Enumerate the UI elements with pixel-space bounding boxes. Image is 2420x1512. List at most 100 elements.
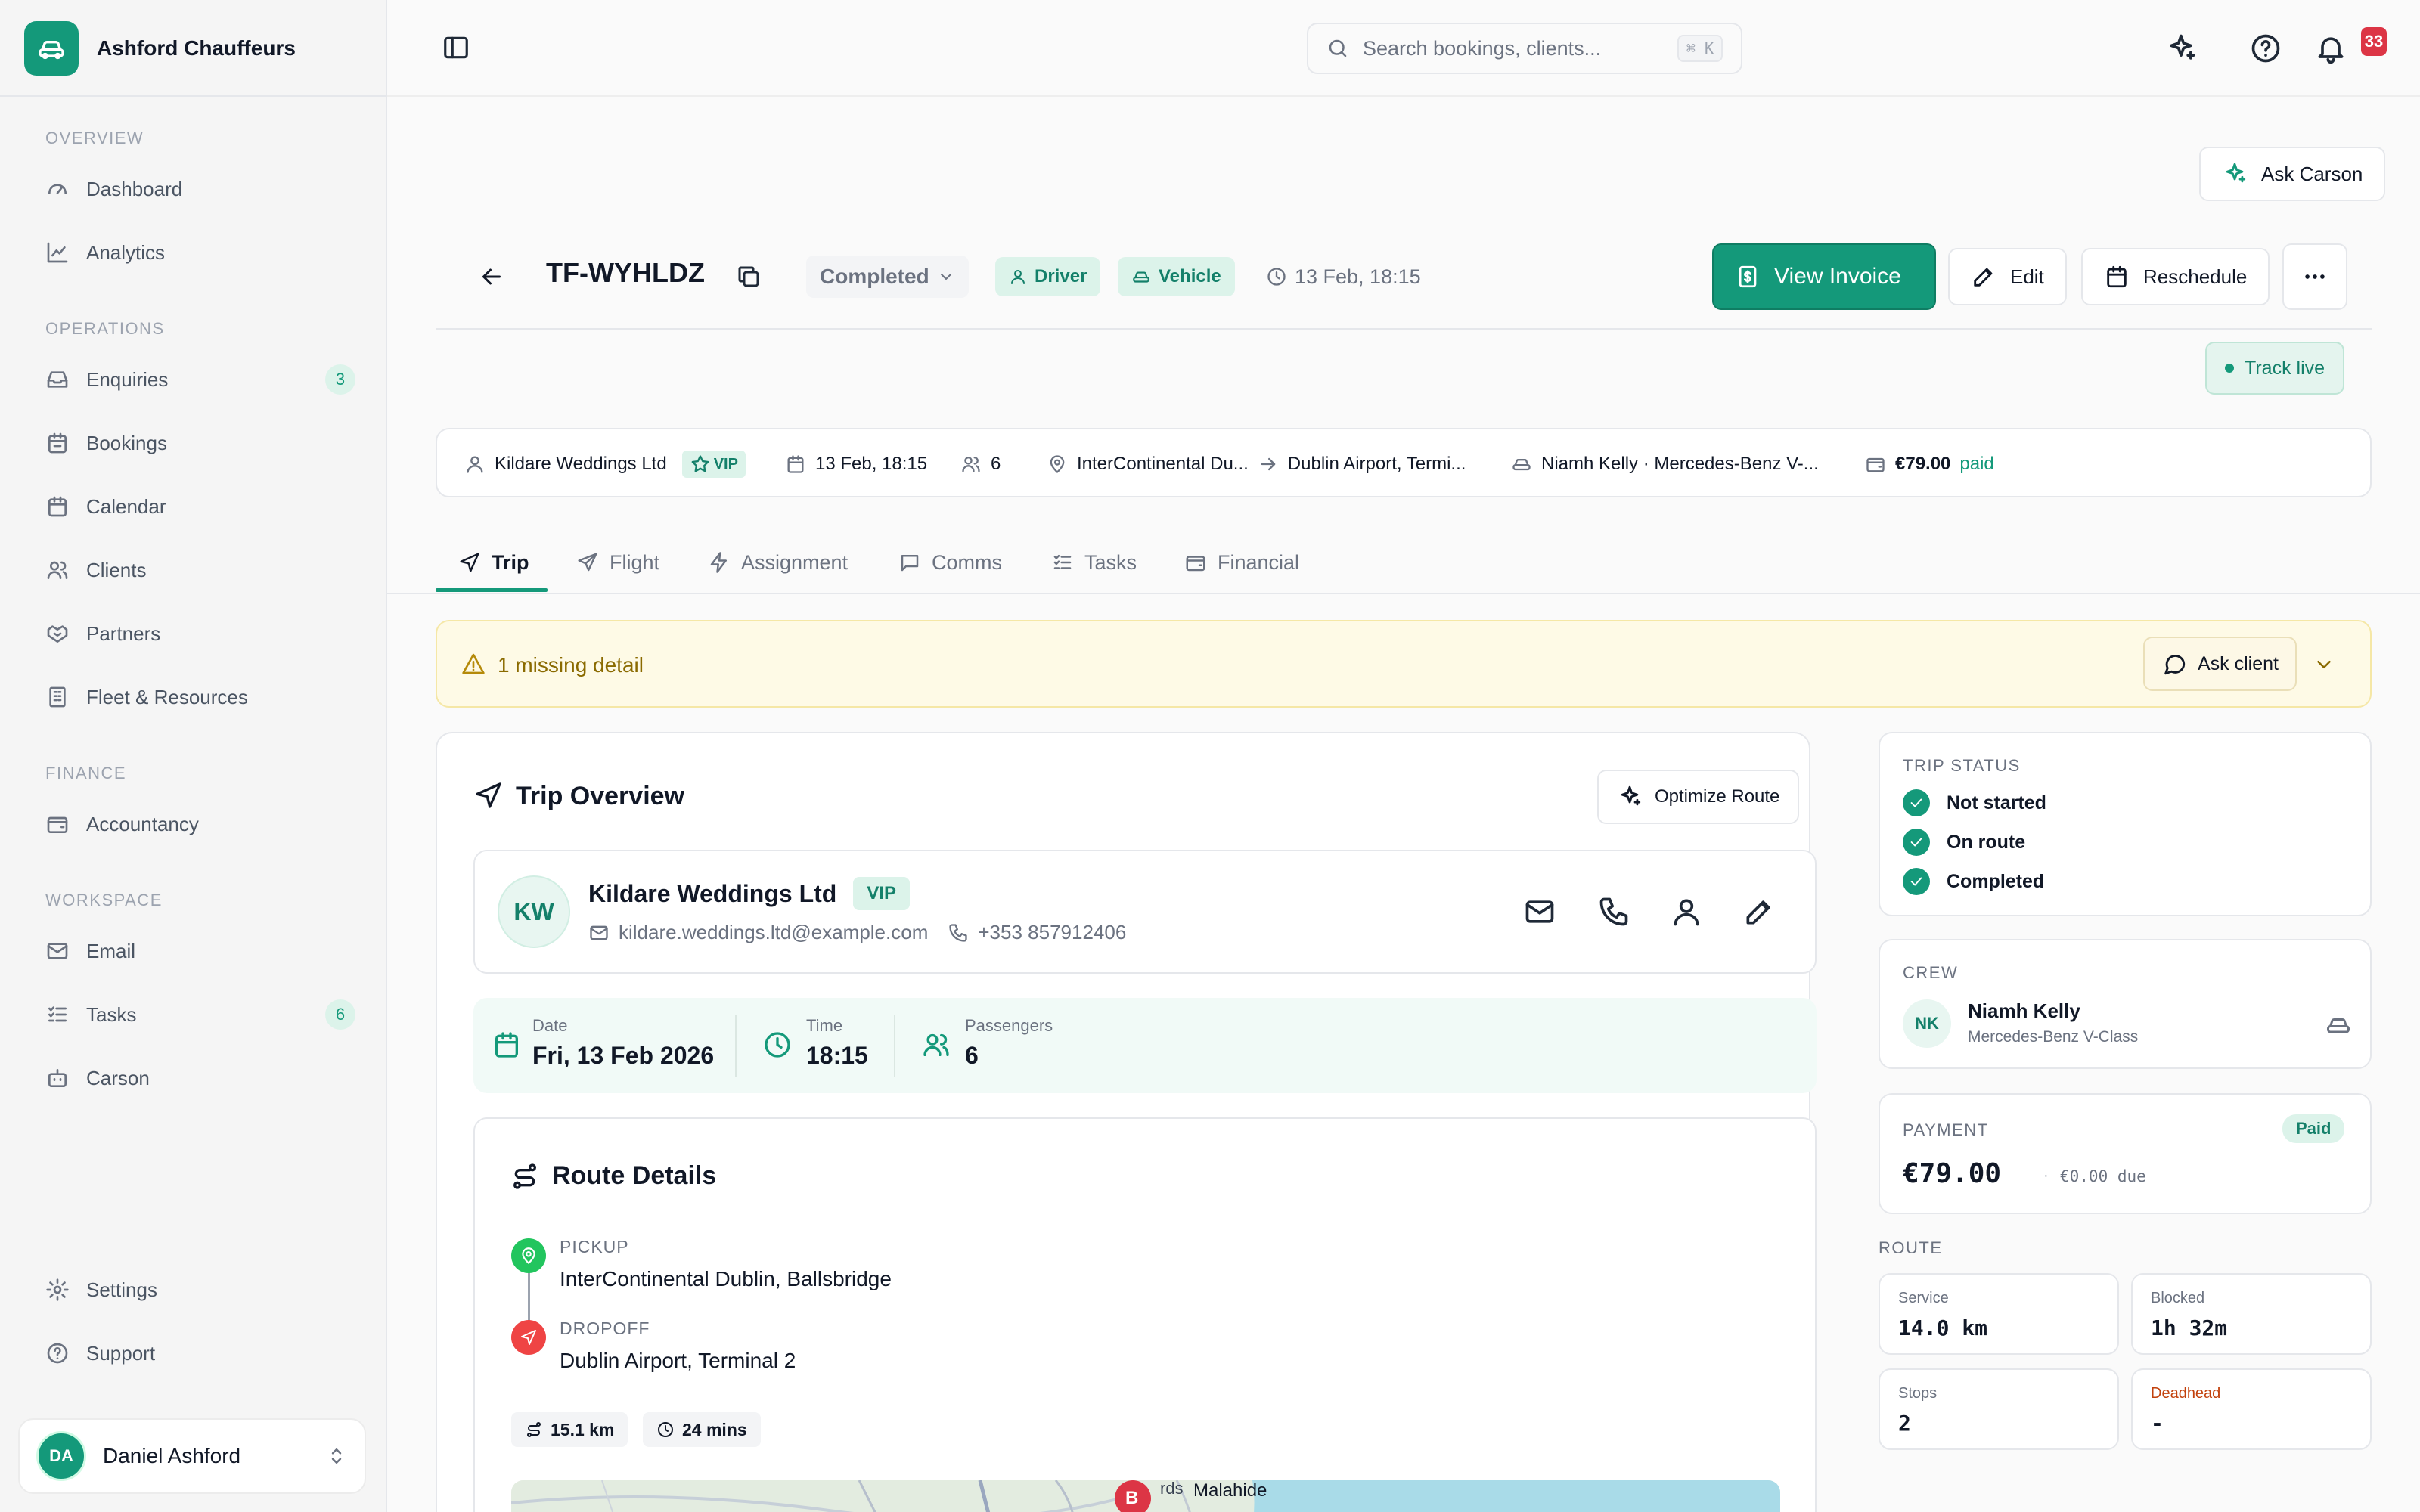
arrow-left-icon[interactable]	[478, 263, 505, 290]
stat-blocked: Blocked 1h 32m	[2131, 1273, 2372, 1355]
route-details-title: Route Details	[552, 1161, 717, 1190]
more-actions-button[interactable]	[2282, 243, 2347, 310]
pickup-address[interactable]: InterContinental Dublin, Ballsbridge	[560, 1267, 892, 1291]
summary-payment[interactable]: €79.00 paid	[1865, 429, 1994, 499]
client-phone[interactable]: +353 857912406	[978, 921, 1126, 944]
client-email[interactable]: kildare.weddings.ltd@example.com	[619, 921, 928, 944]
sidebar-item-enquiries[interactable]: Enquiries 3	[45, 358, 355, 401]
star-icon	[691, 455, 709, 472]
driver-tag[interactable]: Driver	[995, 257, 1101, 296]
tab-comms[interactable]: Comms	[898, 531, 1002, 594]
sparkles-icon[interactable]	[2164, 32, 2198, 65]
summary-client[interactable]: Kildare Weddings Ltd VIP	[464, 429, 746, 499]
user-icon[interactable]	[1670, 895, 1703, 928]
search-input[interactable]: Search bookings, clients...	[1363, 37, 1601, 60]
sidebar-item-clients[interactable]: Clients	[45, 549, 355, 591]
date-value: Fri, 13 Feb 2026	[532, 1042, 715, 1069]
summary-vip-badge: VIP	[681, 451, 746, 478]
trip-status-title: TRIP STATUS	[1903, 756, 2021, 775]
summary-driver-vehicle: Niamh Kelly · Mercedes-Benz V-...	[1541, 454, 1819, 474]
summary-pickup: InterContinental Du...	[1077, 454, 1249, 474]
wallet-icon	[1866, 457, 1885, 472]
sidebar-item-fleet[interactable]: Fleet & Resources	[45, 676, 355, 718]
search-shortcut: ⌘ K	[1677, 35, 1723, 62]
sidebar-item-carson[interactable]: Carson	[45, 1057, 355, 1099]
chevron-down-icon	[940, 274, 951, 280]
users-icon	[47, 561, 68, 579]
tab-label: Flight	[610, 550, 660, 574]
section-operations: OPERATIONS	[45, 319, 165, 338]
clock-icon	[1267, 268, 1286, 286]
sidebar-item-analytics[interactable]: Analytics	[45, 231, 355, 274]
help-icon[interactable]	[2249, 32, 2282, 65]
reschedule-button[interactable]: Reschedule	[2081, 248, 2270, 305]
notification-badge: 33	[2361, 27, 2387, 56]
summary-crew[interactable]: Niamh Kelly · Mercedes-Benz V-...	[1511, 429, 1819, 499]
sidebar-item-support[interactable]: Support	[45, 1332, 355, 1374]
vehicle-tag[interactable]: Vehicle	[1118, 257, 1235, 296]
status-step: On route	[1903, 829, 2025, 856]
tab-financial[interactable]: Financial	[1184, 531, 1299, 594]
car-icon	[24, 21, 79, 76]
handshake-icon	[47, 625, 68, 643]
status-dropdown[interactable]: Completed	[806, 256, 969, 298]
tab-trip[interactable]: Trip	[458, 531, 529, 594]
alert-triangle-icon	[462, 653, 485, 674]
missing-detail-banner[interactable]: 1 missing detail Ask client	[436, 620, 2372, 708]
summary-route[interactable]: InterContinental Du... Dublin Airport, T…	[1047, 429, 1466, 499]
track-live-button[interactable]: Track live	[2205, 342, 2345, 395]
crew-driver-name[interactable]: Niamh Kelly	[1968, 999, 2080, 1023]
copy-icon[interactable]	[735, 263, 762, 290]
sidebar-item-email[interactable]: Email	[45, 930, 355, 972]
map-partial-label: rds	[1160, 1480, 1184, 1498]
brand[interactable]: Ashford Chauffeurs	[24, 21, 296, 76]
booking-datetime-value: 13 Feb, 18:15	[1295, 265, 1421, 288]
chevron-down-icon[interactable]	[2313, 653, 2335, 676]
route-map[interactable]: B rds Malahide	[511, 1480, 1780, 1512]
sidebar-item-settings[interactable]: Settings	[45, 1269, 355, 1311]
status-step-label: On route	[1947, 831, 2026, 853]
sidebar-toggle-icon[interactable]	[442, 33, 470, 62]
optimize-route-button[interactable]: Optimize Route	[1597, 770, 1800, 824]
crew-title: CREW	[1903, 963, 1959, 982]
stat-value: 1h 32m	[2151, 1315, 2228, 1340]
tab-tasks[interactable]: Tasks	[1051, 531, 1137, 594]
sidebar-item-dashboard[interactable]: Dashboard	[45, 168, 355, 210]
users-icon	[923, 1033, 949, 1056]
bell-icon[interactable]	[2314, 32, 2347, 65]
user-name: Daniel Ashford	[103, 1444, 241, 1467]
tab-flight[interactable]: Flight	[576, 531, 659, 594]
tab-assignment[interactable]: Assignment	[708, 531, 848, 594]
search-box[interactable]: Search bookings, clients... ⌘ K	[1307, 23, 1742, 74]
car-icon	[2327, 1018, 2350, 1033]
time-label: Time	[806, 1016, 843, 1035]
sidebar-item-accountancy[interactable]: Accountancy	[45, 803, 355, 845]
ask-client-button[interactable]: Ask client	[2143, 637, 2297, 691]
mail-icon[interactable]	[1523, 895, 1556, 928]
sidebar-item-label: Email	[86, 939, 136, 962]
dropoff-address[interactable]: Dublin Airport, Terminal 2	[560, 1349, 796, 1373]
sidebar-item-tasks[interactable]: Tasks 6	[45, 993, 355, 1036]
active-tab-indicator	[436, 588, 548, 592]
sparkles-icon	[1621, 785, 1641, 806]
pencil-icon[interactable]	[1742, 895, 1776, 928]
tab-label: Assignment	[741, 550, 849, 574]
sidebar-item-partners[interactable]: Partners	[45, 612, 355, 655]
user-menu[interactable]: DA Daniel Ashford	[18, 1418, 366, 1494]
view-invoice-button[interactable]: View Invoice	[1712, 243, 1936, 310]
sidebar-item-bookings[interactable]: Bookings	[45, 422, 355, 464]
ask-carson-button[interactable]: Ask Carson	[2199, 147, 2386, 201]
navigation-icon	[521, 1330, 536, 1345]
client-name[interactable]: Kildare Weddings Ltd	[588, 880, 836, 908]
summary-dropoff: Dublin Airport, Termi...	[1287, 454, 1466, 474]
wallet-icon	[47, 816, 68, 833]
booking-id: TF-WYHLDZ	[546, 257, 705, 288]
stat-label: Stops	[1898, 1385, 1938, 1402]
sidebar-item-calendar[interactable]: Calendar	[45, 485, 355, 528]
edit-button[interactable]: Edit	[1948, 248, 2067, 305]
summary-amount-status: paid	[1959, 454, 1994, 474]
user-icon	[467, 456, 483, 473]
calendar-icon	[48, 496, 67, 517]
enquiries-count-badge: 3	[325, 364, 355, 395]
phone-icon[interactable]	[1597, 895, 1630, 928]
